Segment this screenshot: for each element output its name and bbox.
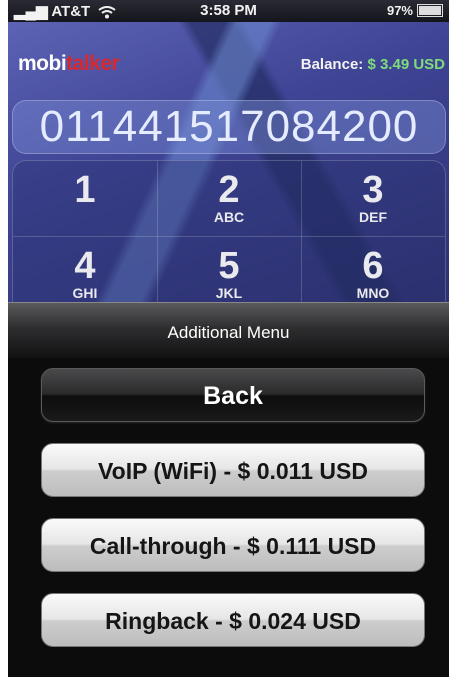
voip-wifi-button[interactable]: VoIP (WiFi) - $ 0.011 USD bbox=[41, 443, 425, 497]
key-letters: MNO bbox=[356, 285, 390, 301]
key-digit: 6 bbox=[362, 245, 384, 287]
key-digit: 4 bbox=[74, 245, 96, 287]
key-letters: DEF bbox=[359, 209, 387, 225]
battery-indicator: 97% bbox=[387, 3, 443, 18]
key-2[interactable]: 2 ABC bbox=[157, 161, 302, 237]
battery-percent: 97% bbox=[386, 3, 413, 18]
key-digit: 3 bbox=[362, 169, 384, 211]
balance-value: $ 3.49 USD bbox=[367, 56, 445, 73]
menu-title: Additional Menu bbox=[8, 302, 449, 358]
key-letters: ABC bbox=[213, 209, 245, 225]
key-digit: 5 bbox=[218, 245, 240, 287]
status-bar: ▂▄▆ AT&T 3:58 PM 97% bbox=[8, 0, 449, 22]
logo-prefix: mobi bbox=[18, 52, 67, 75]
additional-menu-sheet: Additional Menu Back VoIP (WiFi) - $ 0.0… bbox=[8, 302, 449, 677]
key-digit: 2 bbox=[218, 169, 240, 211]
key-3[interactable]: 3 DEF bbox=[301, 161, 445, 237]
back-button[interactable]: Back bbox=[41, 368, 425, 422]
key-letters: GHI bbox=[72, 285, 98, 301]
balance-display: Balance: $ 3.49 USD bbox=[301, 56, 445, 73]
battery-icon bbox=[417, 4, 443, 17]
logo-suffix: talker bbox=[66, 52, 120, 75]
call-through-button[interactable]: Call-through - $ 0.111 USD bbox=[41, 518, 425, 572]
key-1[interactable]: 1 bbox=[13, 161, 158, 237]
key-digit: 1 bbox=[74, 169, 96, 211]
phone-screen: ▂▄▆ AT&T 3:58 PM 97% mobitalker Balance:… bbox=[8, 0, 449, 677]
status-time: 3:58 PM bbox=[200, 2, 257, 19]
mobitalker-logo: mobitalker bbox=[18, 52, 120, 76]
dialed-number-field[interactable]: 011441517084200 bbox=[12, 100, 446, 154]
balance-label: Balance: bbox=[300, 56, 364, 73]
ringback-button[interactable]: Ringback - $ 0.024 USD bbox=[41, 593, 425, 647]
key-letters: JKL bbox=[215, 285, 243, 301]
dialer-background: mobitalker Balance: $ 3.49 USD 011441517… bbox=[8, 22, 449, 332]
